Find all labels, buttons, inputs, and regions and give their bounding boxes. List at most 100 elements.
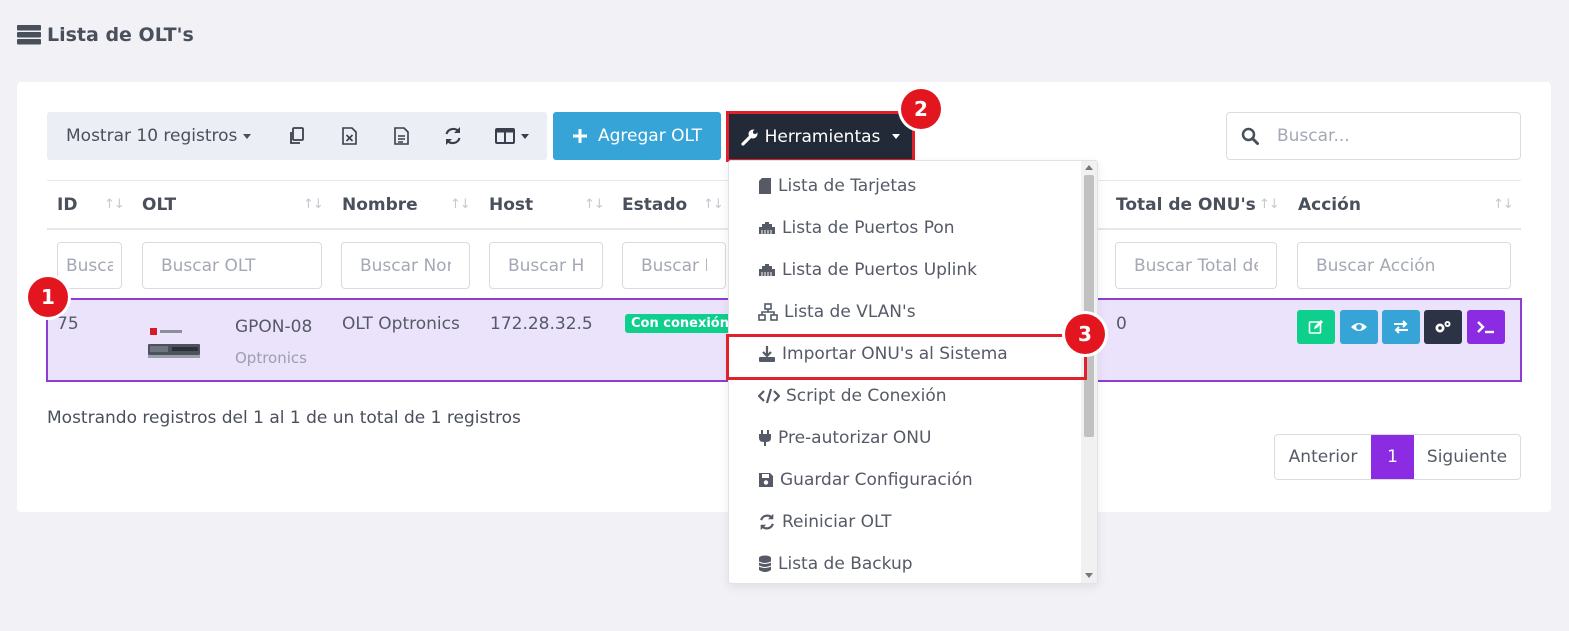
menu-item-script-conexion[interactable]: Script de Conexión bbox=[758, 386, 947, 406]
menu-item-lista-tarjetas[interactable]: Lista de Tarjetas bbox=[758, 176, 916, 196]
chevron-down-icon bbox=[892, 134, 901, 139]
transfer-button[interactable] bbox=[1382, 310, 1420, 344]
database-icon bbox=[758, 555, 772, 572]
menu-item-label: Guardar Configuración bbox=[780, 470, 973, 490]
filter-accion-input[interactable] bbox=[1297, 242, 1511, 289]
sort-icon[interactable]: ↑↓ bbox=[104, 197, 125, 212]
cell-olt-name: GPON-08 bbox=[235, 317, 313, 337]
table-info: Mostrando registros del 1 al 1 de un tot… bbox=[47, 408, 521, 428]
prev-page-button[interactable]: Anterior bbox=[1275, 435, 1371, 479]
menu-item-vlans[interactable]: Lista de VLAN's bbox=[758, 302, 916, 322]
sd-card-icon bbox=[759, 178, 771, 194]
sort-icon[interactable]: ↑↓ bbox=[703, 197, 724, 212]
filter-nombre-input[interactable] bbox=[341, 242, 470, 289]
sort-icon[interactable]: ↑↓ bbox=[584, 197, 605, 212]
olt-device-image bbox=[148, 328, 200, 358]
chevron-down-icon bbox=[243, 133, 252, 139]
filter-host-input[interactable] bbox=[489, 242, 603, 289]
page-length-label: Mostrar 10 registros bbox=[66, 126, 238, 146]
next-page-button[interactable]: Siguiente bbox=[1414, 435, 1520, 479]
sort-icon[interactable]: ↑↓ bbox=[450, 197, 471, 212]
sync-icon bbox=[760, 513, 774, 531]
menu-item-guardar-config[interactable]: Guardar Configuración bbox=[758, 470, 973, 490]
page-1-button[interactable]: 1 bbox=[1371, 435, 1414, 479]
tools-label: Herramientas bbox=[764, 126, 881, 147]
page-length-dropdown[interactable]: Mostrar 10 registros bbox=[47, 112, 271, 160]
annotation-badge-2: 2 bbox=[901, 89, 941, 129]
ethernet-icon bbox=[759, 264, 775, 276]
cogs-icon bbox=[1435, 321, 1451, 333]
menu-item-label: Reiniciar OLT bbox=[782, 512, 892, 532]
menu-item-label: Lista de Tarjetas bbox=[778, 176, 917, 196]
refresh-button[interactable] bbox=[427, 112, 479, 160]
menu-item-label: Lista de Puertos Pon bbox=[782, 218, 955, 238]
filter-id-input[interactable] bbox=[57, 242, 122, 289]
cell-olt-brand: Optronics bbox=[235, 349, 307, 367]
filter-total-onus-input[interactable] bbox=[1115, 242, 1277, 289]
status-badge: Con conexión bbox=[625, 314, 735, 333]
cell-total-onus: 0 bbox=[1116, 314, 1127, 334]
menu-item-reiniciar-olt[interactable]: Reiniciar OLT bbox=[758, 512, 892, 532]
sync-icon bbox=[445, 127, 461, 145]
header-olt[interactable]: OLT bbox=[142, 195, 176, 215]
columns-button[interactable] bbox=[479, 112, 545, 160]
file-text-icon bbox=[393, 127, 409, 145]
annotation-badge-1: 1 bbox=[28, 277, 68, 317]
scroll-down-arrow-icon[interactable] bbox=[1085, 573, 1093, 578]
file-excel-icon bbox=[341, 127, 357, 145]
add-olt-label: Agregar OLT bbox=[598, 126, 702, 146]
filter-estado-input[interactable] bbox=[622, 242, 726, 289]
page-title: Lista de OLT's bbox=[17, 24, 194, 46]
settings-button[interactable] bbox=[1424, 310, 1462, 344]
menu-item-label: Pre-autorizar ONU bbox=[778, 428, 932, 448]
columns-icon bbox=[495, 128, 515, 144]
terminal-icon bbox=[1477, 321, 1494, 334]
excel-button[interactable] bbox=[323, 112, 375, 160]
filter-olt-input[interactable] bbox=[142, 242, 322, 289]
pagination: Anterior 1 Siguiente bbox=[1274, 434, 1521, 480]
menu-item-lista-backup[interactable]: Lista de Backup bbox=[758, 554, 913, 574]
save-icon bbox=[759, 473, 773, 487]
menu-item-label: Lista de Puertos Uplink bbox=[782, 260, 977, 280]
plus-icon bbox=[573, 129, 587, 143]
wrench-icon bbox=[740, 129, 758, 146]
global-search[interactable] bbox=[1226, 112, 1521, 160]
view-button[interactable] bbox=[1340, 310, 1378, 344]
datatable-toolbar: Mostrar 10 registros bbox=[47, 112, 547, 160]
search-input[interactable] bbox=[1277, 126, 1487, 146]
copy-button[interactable] bbox=[271, 112, 323, 160]
menu-item-puertos-pon[interactable]: Lista de Puertos Pon bbox=[758, 218, 955, 238]
menu-item-label: Lista de Backup bbox=[778, 554, 913, 574]
sort-icon[interactable]: ↑↓ bbox=[303, 197, 324, 212]
menu-item-pre-autorizar[interactable]: Pre-autorizar ONU bbox=[758, 428, 931, 448]
header-estado[interactable]: Estado bbox=[622, 195, 687, 215]
scrollbar-thumb[interactable] bbox=[1084, 175, 1094, 437]
edit-button[interactable] bbox=[1297, 310, 1335, 344]
cell-host: 172.28.32.5 bbox=[490, 314, 593, 334]
code-icon bbox=[758, 388, 780, 404]
header-nombre[interactable]: Nombre bbox=[342, 195, 418, 215]
search-icon bbox=[1241, 127, 1259, 145]
add-olt-button[interactable]: Agregar OLT bbox=[553, 112, 721, 160]
eye-icon bbox=[1351, 323, 1367, 331]
ethernet-icon bbox=[759, 222, 775, 234]
csv-button[interactable] bbox=[375, 112, 427, 160]
menu-item-puertos-uplink[interactable]: Lista de Puertos Uplink bbox=[758, 260, 977, 280]
cell-nombre: OLT Optronics bbox=[342, 314, 460, 334]
chevron-down-icon bbox=[521, 133, 529, 139]
page-title-text: Lista de OLT's bbox=[47, 24, 194, 46]
header-id[interactable]: ID bbox=[57, 195, 77, 215]
sort-icon[interactable]: ↑↓ bbox=[1259, 197, 1280, 212]
menu-item-label: Script de Conexión bbox=[786, 386, 947, 406]
header-total-onus[interactable]: Total de ONU's bbox=[1116, 195, 1256, 215]
scroll-up-arrow-icon[interactable] bbox=[1085, 165, 1093, 170]
copy-icon bbox=[290, 127, 304, 144]
header-accion[interactable]: Acción bbox=[1298, 195, 1361, 215]
header-host[interactable]: Host bbox=[489, 195, 533, 215]
terminal-button[interactable] bbox=[1467, 310, 1505, 344]
cell-id: 75 bbox=[57, 314, 79, 334]
tools-dropdown-button[interactable]: Herramientas bbox=[726, 111, 915, 162]
edit-icon bbox=[1308, 320, 1323, 334]
sort-icon[interactable]: ↑↓ bbox=[1493, 197, 1514, 212]
plug-icon bbox=[759, 430, 771, 446]
